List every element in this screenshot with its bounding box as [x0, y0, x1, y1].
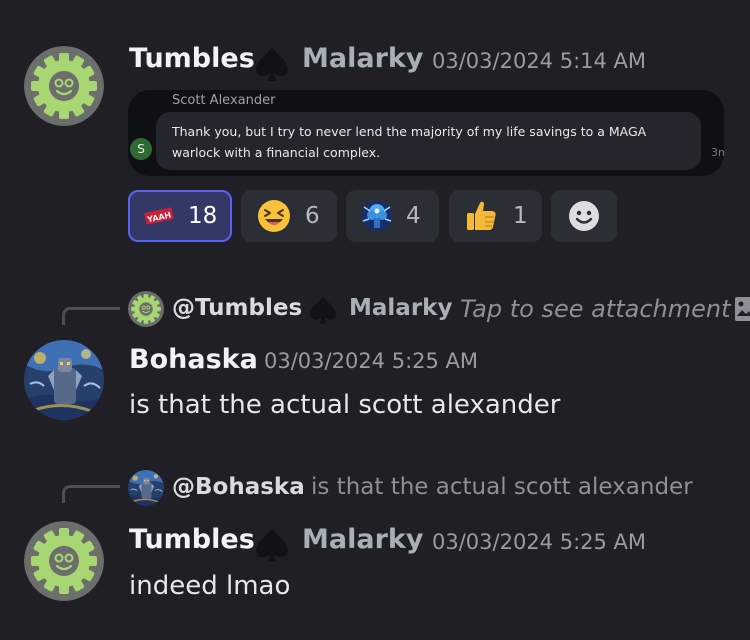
image-icon — [735, 297, 750, 321]
reaction-laugh[interactable]: 6 — [241, 190, 337, 242]
embed-avatar: S — [130, 138, 152, 160]
reply-mention[interactable]: @Tumbles — [172, 295, 302, 321]
reply-connector — [62, 307, 120, 325]
author-name-first[interactable]: Tumbles — [129, 43, 255, 74]
author-name-last[interactable]: Malarky — [302, 524, 423, 555]
message-timestamp: 03/03/2024 5:14 AM — [432, 49, 647, 73]
reaction-brain[interactable]: 4 — [346, 190, 439, 242]
spade-icon — [251, 525, 293, 565]
reaction-yaaah[interactable]: YAAH 18 — [128, 190, 232, 242]
add-reaction-smiley-icon — [569, 201, 599, 231]
yaaah-sticker-icon: YAAH — [144, 207, 174, 225]
thumbs-up-icon — [467, 201, 496, 230]
reply-preview[interactable]: Tap to see attachment — [460, 295, 731, 323]
reply-avatar[interactable] — [128, 470, 164, 506]
user-avatar[interactable] — [24, 46, 104, 126]
reply-avatar[interactable] — [128, 291, 164, 327]
user-avatar[interactable] — [24, 340, 104, 420]
embed-message-bubble: Thank you, but I try to never lend the m… — [156, 112, 701, 170]
message-timestamp: 03/03/2024 5:25 AM — [432, 530, 647, 554]
embed-timestamp: 3m — [711, 146, 724, 159]
reply-connector — [62, 485, 120, 503]
glowing-brain-icon — [362, 201, 392, 231]
image-attachment[interactable]: Scott Alexander Thank you, but I try to … — [128, 90, 724, 176]
reply-preview[interactable]: is that the actual scott alexander — [311, 474, 693, 500]
add-reaction-button[interactable] — [551, 190, 617, 242]
author-name-last[interactable]: Malarky — [302, 43, 423, 74]
embed-author-name: Scott Alexander — [172, 93, 276, 108]
reaction-count: 4 — [406, 203, 421, 229]
reaction-thumbs-up[interactable]: 1 — [449, 190, 542, 242]
reaction-count: 18 — [188, 203, 218, 229]
grinning-squinting-face-icon — [258, 200, 290, 232]
embed-message-text: Thank you, but I try to never lend the m… — [172, 124, 647, 160]
message-text: indeed lmao — [129, 571, 291, 601]
reaction-count: 1 — [513, 203, 528, 229]
reply-mention[interactable]: @Bohaska — [172, 474, 305, 500]
reaction-count: 6 — [305, 203, 320, 229]
spade-icon — [251, 44, 293, 84]
reply-mention-last[interactable]: Malarky — [349, 295, 452, 321]
user-avatar[interactable] — [24, 521, 104, 601]
author-name-first[interactable]: Tumbles — [129, 524, 255, 555]
author-name[interactable]: Bohaska — [129, 344, 258, 375]
message-text: is that the actual scott alexander — [129, 390, 561, 420]
message-timestamp: 03/03/2024 5:25 AM — [264, 349, 479, 373]
spade-icon — [306, 294, 340, 326]
